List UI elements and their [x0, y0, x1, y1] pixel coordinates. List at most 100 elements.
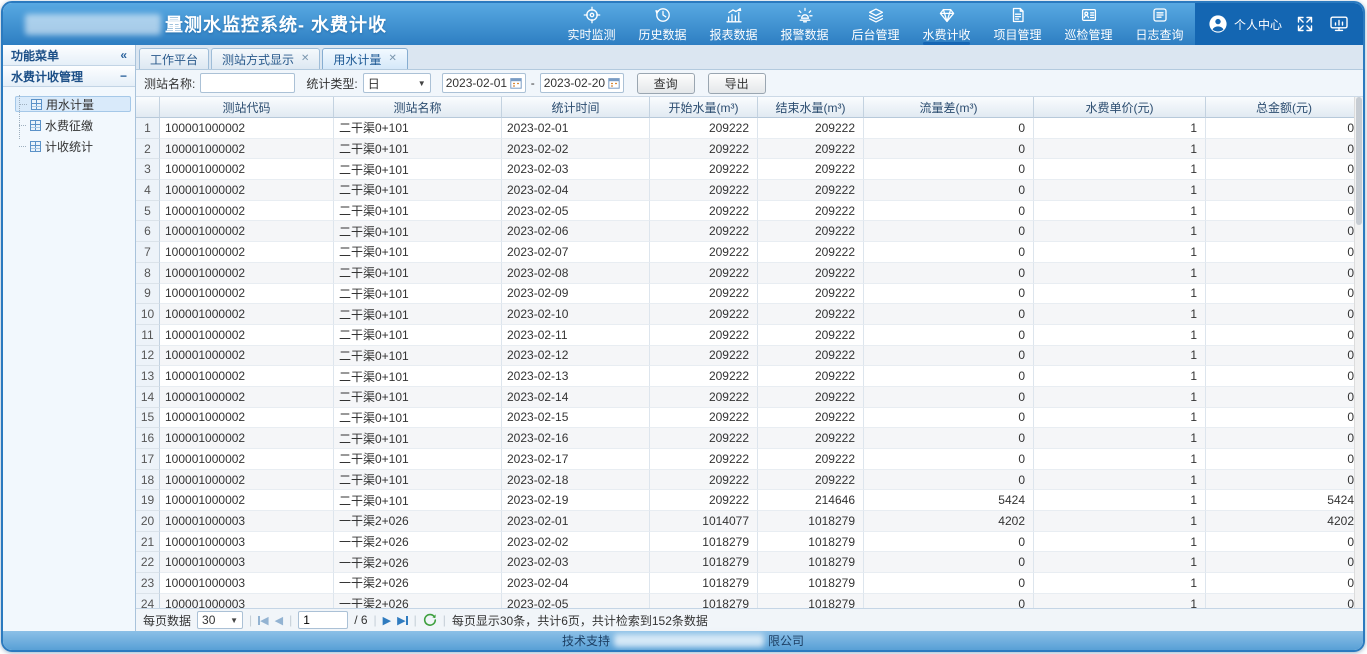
- table-row[interactable]: 17 100001000002 二干渠0+101 2023-02-17 2092…: [136, 449, 1363, 470]
- cell-flow-diff: 0: [864, 159, 1034, 180]
- refresh-icon[interactable]: [423, 613, 437, 627]
- cell-end-volume: 209222: [758, 428, 864, 449]
- table-row[interactable]: 11 100001000002 二干渠0+101 2023-02-11 2092…: [136, 325, 1363, 346]
- nav-item-backend-admin[interactable]: 后台管理: [840, 3, 911, 45]
- nav-item-log-query[interactable]: 日志查询: [1124, 3, 1195, 45]
- header-station-name[interactable]: 测站名称: [334, 97, 502, 118]
- table-row[interactable]: 10 100001000002 二干渠0+101 2023-02-10 2092…: [136, 304, 1363, 325]
- nav-item-alarm-data[interactable]: 报警数据: [769, 3, 840, 45]
- table-row[interactable]: 6 100001000002 二干渠0+101 2023-02-06 20922…: [136, 221, 1363, 242]
- last-page-button[interactable]: ▶: [397, 614, 407, 627]
- profile-button[interactable]: 个人中心: [1208, 14, 1282, 34]
- table-row[interactable]: 16 100001000002 二干渠0+101 2023-02-16 2092…: [136, 428, 1363, 449]
- cell-flow-diff: 0: [864, 346, 1034, 367]
- cell-station-name: 二干渠0+101: [334, 346, 502, 367]
- sidebar-item-collection-stats[interactable]: 计收统计: [15, 138, 131, 154]
- cell-total-amount: 0: [1206, 180, 1363, 201]
- tab-workbench[interactable]: 工作平台: [139, 48, 209, 69]
- cell-start-volume: 209222: [650, 263, 758, 284]
- cell-unit-price: 1: [1034, 470, 1206, 491]
- table-row[interactable]: 4 100001000002 二干渠0+101 2023-02-04 20922…: [136, 180, 1363, 201]
- header-stat-time[interactable]: 统计时间: [502, 97, 650, 118]
- cell-unit-price: 1: [1034, 263, 1206, 284]
- cell-stat-time: 2023-02-01: [502, 511, 650, 532]
- table-row[interactable]: 2 100001000002 二干渠0+101 2023-02-02 20922…: [136, 139, 1363, 160]
- page-size-select[interactable]: 30 ▼: [197, 611, 243, 629]
- user-panel: 个人中心: [1195, 3, 1363, 45]
- stat-type-label: 统计类型:: [306, 75, 357, 92]
- cell-index: 11: [136, 325, 160, 346]
- sidebar-item-fee-collection[interactable]: 水费征缴: [15, 117, 131, 133]
- header-start-volume[interactable]: 开始水量(m³): [650, 97, 758, 118]
- first-page-button[interactable]: ◀: [258, 614, 268, 627]
- cell-end-volume: 209222: [758, 284, 864, 305]
- cell-index: 3: [136, 159, 160, 180]
- cell-index: 18: [136, 470, 160, 491]
- table-row[interactable]: 19 100001000002 二干渠0+101 2023-02-19 2092…: [136, 490, 1363, 511]
- monitor-icon[interactable]: [1328, 14, 1350, 34]
- prev-page-button[interactable]: ◀: [275, 614, 283, 627]
- cell-station-code: 100001000002: [160, 387, 334, 408]
- group-collapse-icon[interactable]: −: [120, 69, 127, 83]
- date-from-field[interactable]: 2023-02-01: [442, 73, 526, 93]
- station-name-input[interactable]: [200, 73, 295, 93]
- header-station-code[interactable]: 测站代码: [160, 97, 334, 118]
- date-to-field[interactable]: 2023-02-20: [540, 73, 624, 93]
- table-row[interactable]: 5 100001000002 二干渠0+101 2023-02-05 20922…: [136, 201, 1363, 222]
- export-button[interactable]: 导出: [708, 73, 766, 94]
- header-end-volume[interactable]: 结束水量(m³): [758, 97, 864, 118]
- table-row[interactable]: 23 100001000003 一干渠2+026 2023-02-04 1018…: [136, 573, 1363, 594]
- table-row[interactable]: 18 100001000002 二干渠0+101 2023-02-18 2092…: [136, 470, 1363, 491]
- nav-item-history-data[interactable]: 历史数据: [627, 3, 698, 45]
- project-doc-icon: [1009, 6, 1027, 24]
- tab-water-metering[interactable]: 用水计量 ✕: [322, 48, 407, 69]
- table-row[interactable]: 7 100001000002 二干渠0+101 2023-02-07 20922…: [136, 242, 1363, 263]
- table-row[interactable]: 3 100001000002 二干渠0+101 2023-02-03 20922…: [136, 159, 1363, 180]
- cell-stat-time: 2023-02-01: [502, 118, 650, 139]
- stat-type-select[interactable]: 日 ▼: [363, 73, 431, 93]
- table-row[interactable]: 8 100001000002 二干渠0+101 2023-02-08 20922…: [136, 263, 1363, 284]
- cell-end-volume: 209222: [758, 387, 864, 408]
- cell-stat-time: 2023-02-13: [502, 366, 650, 387]
- cell-station-name: 二干渠0+101: [334, 408, 502, 429]
- table-row[interactable]: 22 100001000003 一干渠2+026 2023-02-03 1018…: [136, 552, 1363, 573]
- close-icon[interactable]: ✕: [388, 54, 396, 64]
- cell-stat-time: 2023-02-04: [502, 180, 650, 201]
- nav-item-water-fee[interactable]: 水费计收: [911, 3, 982, 45]
- table-row[interactable]: 20 100001000003 一干渠2+026 2023-02-01 1014…: [136, 511, 1363, 532]
- header-unit-price[interactable]: 水费单价(元): [1034, 97, 1206, 118]
- cell-station-code: 100001000002: [160, 470, 334, 491]
- scrollbar-thumb[interactable]: [1356, 97, 1362, 225]
- query-button[interactable]: 查询: [637, 73, 695, 94]
- fullscreen-icon[interactable]: [1295, 14, 1315, 34]
- cell-total-amount: 4202: [1206, 511, 1363, 532]
- sidebar-collapse-icon[interactable]: «: [120, 48, 127, 62]
- table-row[interactable]: 12 100001000002 二干渠0+101 2023-02-12 2092…: [136, 346, 1363, 367]
- table-row[interactable]: 14 100001000002 二干渠0+101 2023-02-14 2092…: [136, 387, 1363, 408]
- nav-item-report-data[interactable]: 报表数据: [698, 3, 769, 45]
- table-row[interactable]: 21 100001000003 一干渠2+026 2023-02-02 1018…: [136, 532, 1363, 553]
- header-total-amount[interactable]: 总金额(元): [1206, 97, 1363, 118]
- nav-item-inspection-mgmt[interactable]: 巡检管理: [1053, 3, 1124, 45]
- tab-station-display[interactable]: 测站方式显示 ✕: [211, 48, 320, 69]
- nav-item-project-mgmt[interactable]: 项目管理: [982, 3, 1053, 45]
- cell-index: 20: [136, 511, 160, 532]
- table-row[interactable]: 9 100001000002 二干渠0+101 2023-02-09 20922…: [136, 284, 1363, 305]
- table-row[interactable]: 1 100001000002 二干渠0+101 2023-02-01 20922…: [136, 118, 1363, 139]
- next-page-button[interactable]: ▶: [383, 614, 391, 627]
- table-row[interactable]: 13 100001000002 二干渠0+101 2023-02-13 2092…: [136, 366, 1363, 387]
- vertical-scrollbar[interactable]: [1354, 97, 1363, 608]
- cell-station-code: 100001000002: [160, 180, 334, 201]
- sidebar-item-water-metering[interactable]: 用水计量: [15, 96, 131, 112]
- cell-end-volume: 209222: [758, 470, 864, 491]
- table-row[interactable]: 24 100001000003 一干渠2+026 2023-02-05 1018…: [136, 594, 1363, 608]
- header-flow-diff[interactable]: 流量差(m³): [864, 97, 1034, 118]
- page-number-input[interactable]: [298, 611, 348, 629]
- cell-stat-time: 2023-02-09: [502, 284, 650, 305]
- sidebar-group-header[interactable]: 水费计收管理 −: [3, 66, 135, 87]
- nav-item-realtime-monitor[interactable]: 实时监测: [556, 3, 627, 45]
- cell-flow-diff: 0: [864, 552, 1034, 573]
- close-icon[interactable]: ✕: [301, 54, 309, 64]
- table-row[interactable]: 15 100001000002 二干渠0+101 2023-02-15 2092…: [136, 408, 1363, 429]
- cell-end-volume: 1018279: [758, 532, 864, 553]
